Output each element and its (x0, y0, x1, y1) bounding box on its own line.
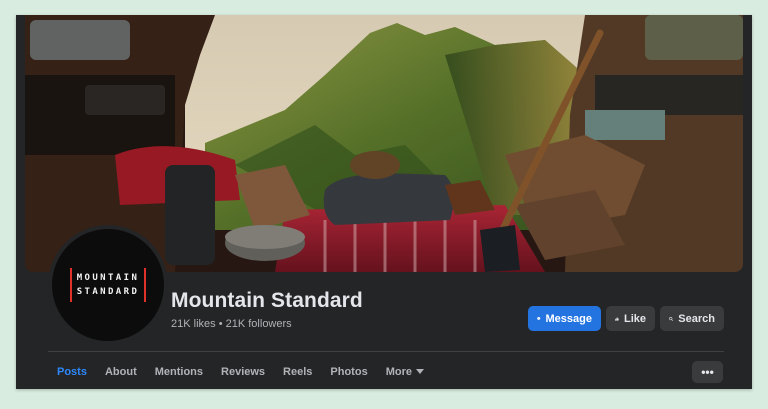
message-button[interactable]: Message (528, 306, 601, 331)
followers-count[interactable]: 21K followers (226, 318, 292, 330)
tab-mentions-label: Mentions (154, 365, 204, 378)
tab-posts[interactable]: Posts (48, 354, 96, 389)
tab-reviews[interactable]: Reviews (212, 354, 274, 389)
messenger-icon (537, 316, 541, 321)
mountain-standard-logo: MOUNTAIN STANDARD (69, 268, 147, 302)
stats-separator: • (218, 318, 223, 330)
logo-bar-left (69, 268, 72, 302)
tab-about[interactable]: About (96, 354, 146, 389)
tab-photos[interactable]: Photos (321, 354, 376, 389)
more-options-button[interactable]: ••• (692, 361, 723, 383)
header-divider (48, 351, 724, 352)
tab-photos-label: Photos (330, 365, 368, 378)
search-button-label: Search (678, 312, 715, 325)
tab-about-label: About (104, 365, 137, 378)
likes-count[interactable]: 21K likes (171, 318, 216, 330)
logo-line-2: STANDARD (76, 287, 140, 297)
search-button[interactable]: Search (660, 306, 724, 331)
like-button-label: Like (623, 312, 646, 325)
tab-posts-label: Posts (57, 365, 87, 378)
page-tabs: Posts About Mentions Reviews Reels Photo… (48, 354, 433, 389)
like-button[interactable]: Like (606, 306, 655, 331)
logo-bar-right (144, 268, 147, 302)
tab-reels[interactable]: Reels (274, 354, 321, 389)
page-header-card: MOUNTAIN STANDARD Mountain Standard 21K … (16, 15, 752, 389)
tab-reels-label: Reels (283, 365, 313, 378)
logo-line-1: MOUNTAIN (76, 273, 140, 283)
tab-reviews-label: Reviews (221, 365, 266, 378)
page-title: Mountain Standard (171, 289, 363, 312)
ellipsis-icon: ••• (701, 365, 714, 379)
tab-more-label: More (385, 365, 412, 378)
page-avatar[interactable]: MOUNTAIN STANDARD (48, 225, 168, 345)
page-stats: 21K likes • 21K followers (171, 318, 292, 330)
search-icon (669, 316, 674, 321)
tab-more[interactable]: More (377, 354, 433, 389)
thumbs-up-icon (615, 316, 619, 321)
caret-down-icon (415, 368, 424, 374)
message-button-label: Message (545, 312, 592, 325)
tab-mentions[interactable]: Mentions (146, 354, 212, 389)
